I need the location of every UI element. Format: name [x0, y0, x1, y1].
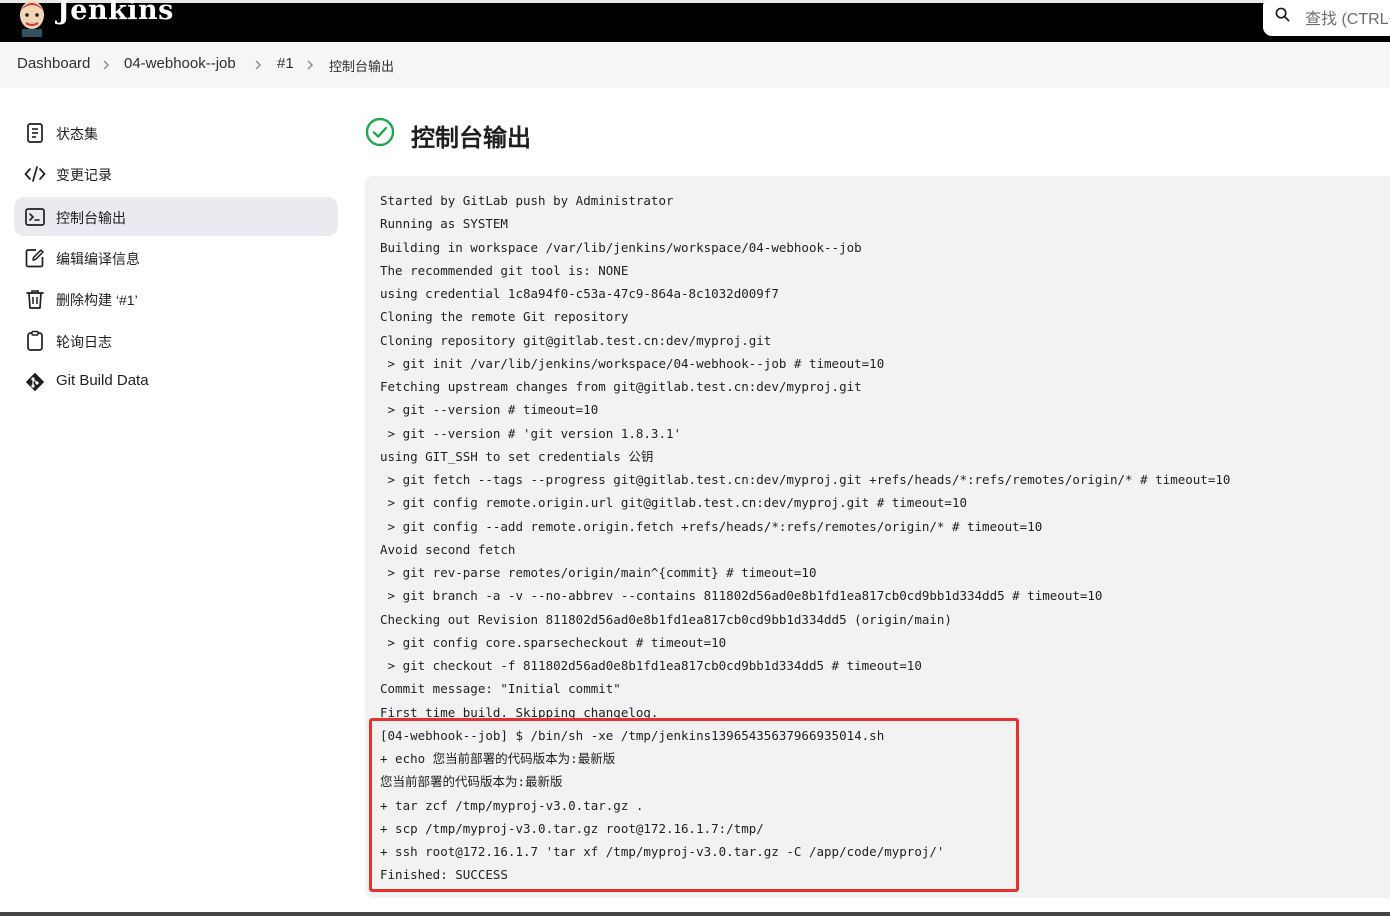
- jenkins-logo-icon[interactable]: [16, 0, 48, 37]
- page-title: 控制台输出: [411, 125, 531, 152]
- sidebar-item-label: 编辑编译信息: [56, 251, 140, 267]
- console-output[interactable]: Started by GitLab push by Administrator R…: [365, 176, 1390, 898]
- document-icon: [27, 123, 43, 143]
- chevron-right-icon: [307, 60, 314, 70]
- console-line: + tar zcf /tmp/myproj-v3.0.tar.gz .: [380, 797, 644, 813]
- sidebar-item-label: 变更记录: [56, 167, 112, 183]
- search-icon: [1275, 7, 1290, 22]
- console-line: Checking out Revision 811802d56ad0e8b1fd…: [380, 611, 952, 627]
- chevron-right-icon: [255, 60, 262, 70]
- search-placeholder: 查找 (CTRL+K): [1305, 11, 1390, 28]
- sidebar-item-polling-log[interactable]: 轮询日志: [14, 321, 338, 360]
- console-line: > git branch -a -v --no-abbrev --contain…: [380, 588, 1103, 604]
- sidebar-item-git-build-data[interactable]: Git Build Data: [14, 362, 338, 401]
- console-line: > git init /var/lib/jenkins/workspace/04…: [380, 355, 885, 371]
- console-line: using credential 1c8a94f0-c53a-47c9-864a…: [380, 286, 779, 301]
- breadcrumb-dashboard[interactable]: Dashboard: [17, 55, 90, 72]
- console-line: + ssh root@172.16.1.7 'tar xf /tmp/mypro…: [380, 844, 945, 859]
- sidebar-item-label: Git Build Data: [56, 372, 149, 389]
- sidebar-item-label: 删除构建 ‘#1’: [56, 292, 138, 308]
- sidebar-item-delete-build[interactable]: 删除构建 ‘#1’: [14, 279, 338, 318]
- top-header: Jenkins 查找 (CTRL+K): [0, 0, 1390, 42]
- sidebar-item-edit-build-info[interactable]: 编辑编译信息: [14, 238, 338, 277]
- console-line: [04-webhook--job] $ /bin/sh -xe /tmp/jen…: [380, 727, 885, 743]
- console-line: Fetching upstream changes from git@gitla…: [380, 379, 862, 394]
- sidebar-item-label: 控制台输出: [56, 210, 126, 226]
- console-line: Cloning the remote Git repository: [380, 309, 629, 325]
- console-line: Started by GitLab push by Administrator: [380, 193, 674, 208]
- console-line: using GIT_SSH to set credentials 公钥: [380, 448, 654, 464]
- console-line: Avoid second fetch: [380, 541, 516, 557]
- edit-icon: [25, 249, 44, 268]
- clipboard-icon: [27, 330, 43, 351]
- console-line: > git fetch --tags --progress git@gitlab…: [380, 472, 1231, 487]
- breadcrumb-job[interactable]: 04-webhook--job: [124, 55, 236, 72]
- console-line: Finished: SUCCESS: [380, 867, 508, 883]
- console-line: First time build. Skipping changelog.: [380, 704, 659, 720]
- success-check-icon: [365, 117, 395, 147]
- sidebar-item-label: 状态集: [56, 126, 98, 142]
- console-line: > git config remote.origin.url git@gitla…: [380, 495, 967, 511]
- brand-name[interactable]: Jenkins: [57, 0, 174, 26]
- console-line: Commit message: "Initial commit": [380, 681, 621, 697]
- console-line: Running as SYSTEM: [380, 216, 508, 232]
- trash-icon: [26, 290, 44, 309]
- terminal-icon: [25, 208, 45, 226]
- console-line: + scp /tmp/myproj-v3.0.tar.gz root@172.1…: [380, 820, 764, 836]
- breadcrumb: Dashboard 04-webhook--job #1 控制台输出: [0, 42, 1390, 88]
- console-line: > git config --add remote.origin.fetch +…: [380, 518, 1043, 534]
- console-line: > git checkout -f 811802d56ad0e8b1fd1ea8…: [380, 658, 922, 673]
- sidebar-item-label: 轮询日志: [56, 334, 112, 350]
- console-line: Cloning repository git@gitlab.test.cn:de…: [380, 332, 772, 348]
- console-line: > git --version # 'git version 1.8.3.1': [380, 425, 682, 441]
- breadcrumb-console[interactable]: 控制台输出: [329, 56, 394, 75]
- bottom-edge: [0, 912, 1390, 916]
- console-line: The recommended git tool is: NONE: [380, 262, 629, 278]
- sidebar-item-status[interactable]: 状态集: [14, 113, 338, 152]
- chevron-right-icon: [103, 60, 110, 70]
- search-box[interactable]: 查找 (CTRL+K): [1263, 0, 1390, 36]
- console-text: Started by GitLab push by Administrator R…: [380, 189, 1230, 887]
- code-icon: [24, 166, 46, 182]
- sidebar-item-console-output[interactable]: 控制台输出: [14, 197, 338, 236]
- console-line: 您当前部署的代码版本为:最新版: [380, 774, 563, 790]
- console-line: > git config core.sparsecheckout # timeo…: [380, 634, 727, 650]
- console-line: > git rev-parse remotes/origin/main^{com…: [380, 565, 817, 580]
- sidebar-item-changes[interactable]: 变更记录: [14, 154, 338, 193]
- git-icon: [25, 372, 45, 392]
- console-line: Building in workspace /var/lib/jenkins/w…: [380, 239, 862, 255]
- console-line: > git --version # timeout=10: [380, 402, 599, 418]
- breadcrumb-build[interactable]: #1: [277, 55, 294, 72]
- console-line: + echo 您当前部署的代码版本为:最新版: [380, 751, 616, 766]
